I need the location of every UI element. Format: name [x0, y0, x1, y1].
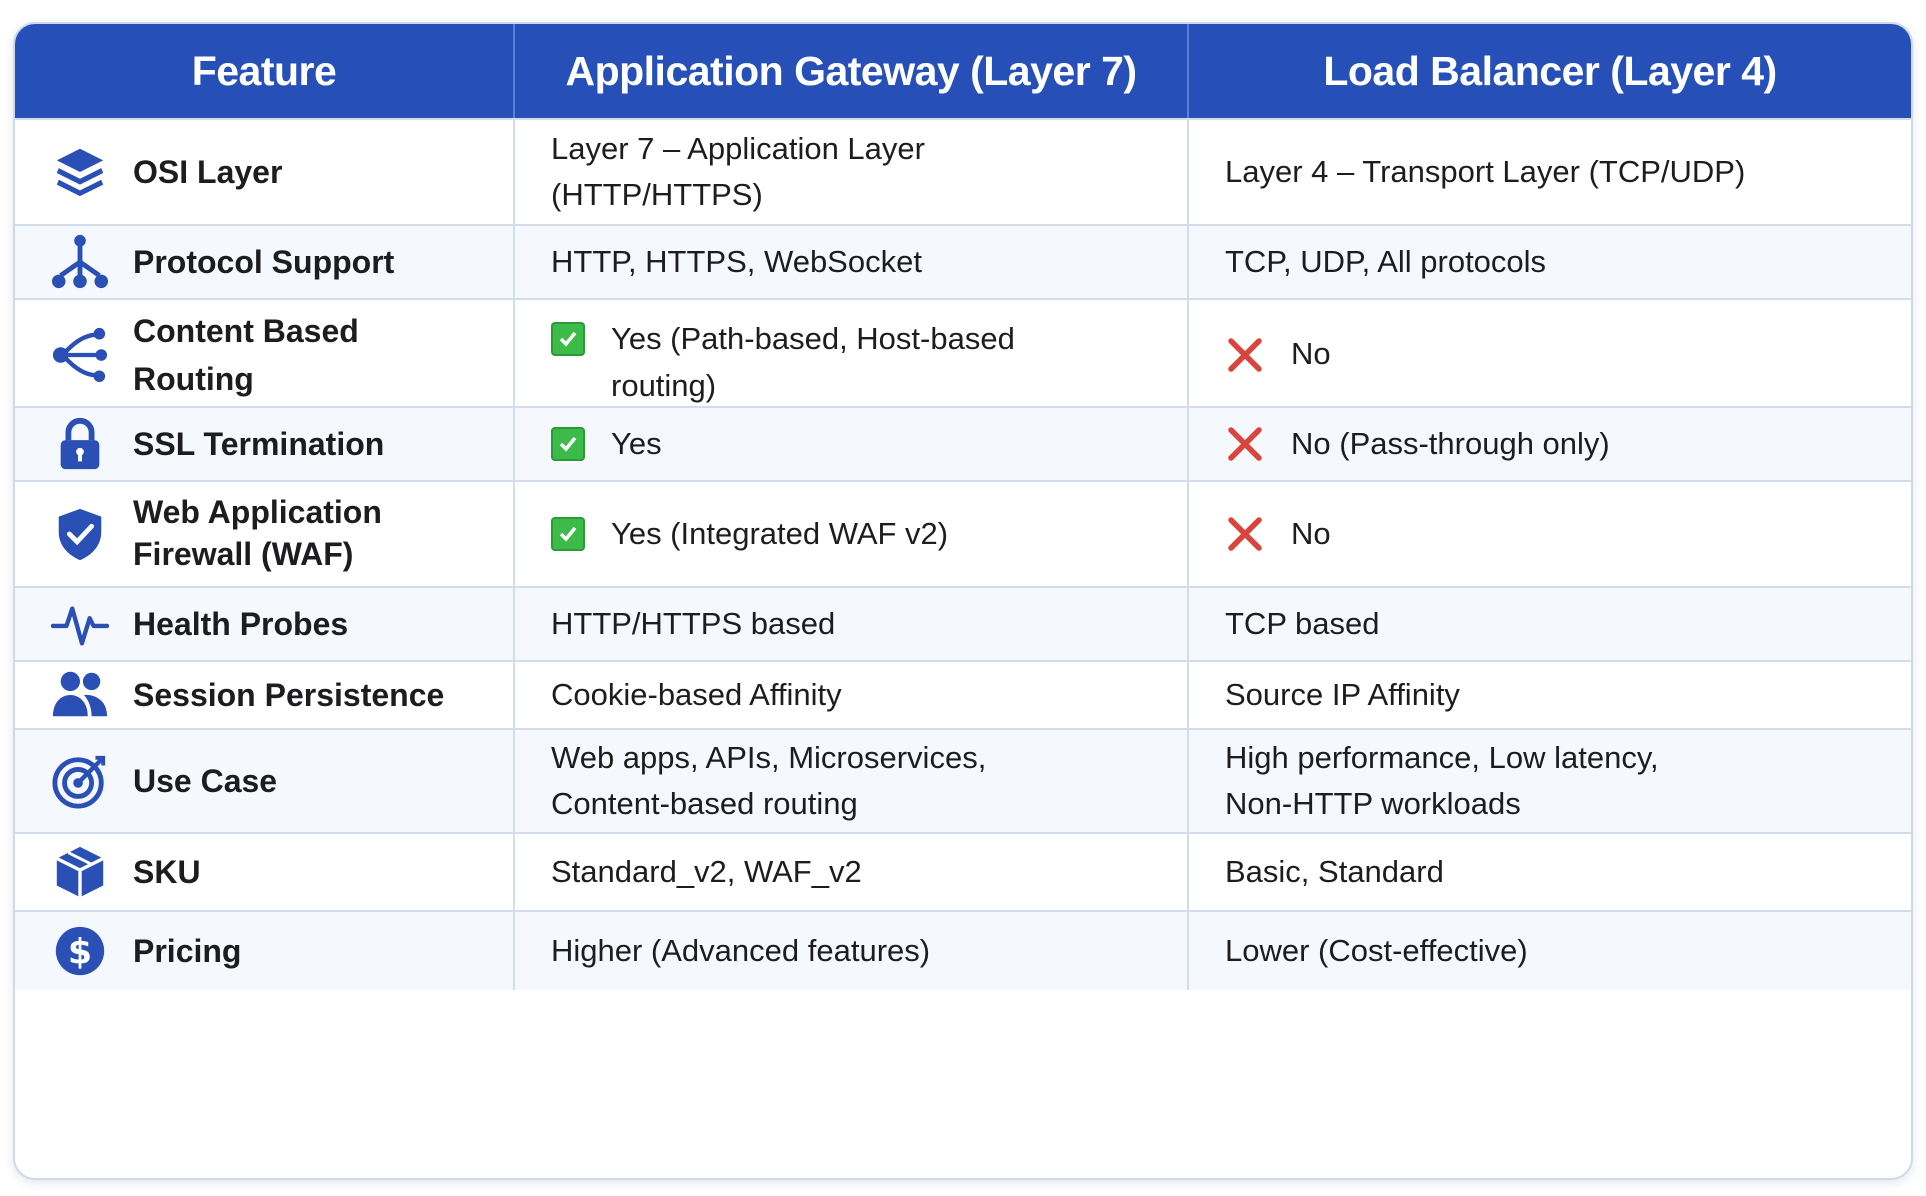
appgw-value: Yes (Path-based, Host-based routing) — [515, 300, 1189, 409]
lb-value: High performance, Low latency, Non-HTTP … — [1225, 739, 1659, 822]
target-icon — [49, 750, 111, 812]
lb-value: Lower (Cost-effective) — [1225, 932, 1528, 968]
lb-value: Basic, Standard — [1225, 853, 1444, 889]
feature-label: OSI Layer — [133, 154, 283, 190]
table-row: Session Persistence Cookie-based Affinit… — [15, 660, 1911, 728]
table-row: Use Case Web apps, APIs, Microservices, … — [15, 728, 1911, 832]
table-header: Feature Application Gateway (Layer 7) Lo… — [15, 24, 1911, 118]
feature-label: Pricing — [133, 933, 242, 969]
check-icon — [551, 517, 585, 551]
header-load-balancer: Load Balancer (Layer 4) — [1323, 47, 1777, 94]
appgw-value: Web apps, APIs, Microservices, Content-b… — [515, 730, 1189, 832]
feature-cell: OSI Layer — [15, 120, 515, 224]
table-row: $ Pricing Higher (Advanced features) Low… — [15, 910, 1911, 990]
feature-label: Content Based Routing — [133, 312, 359, 397]
feature-label: SKU — [133, 854, 201, 890]
header-feature: Feature — [15, 24, 515, 118]
lb-value: TCP, UDP, All protocols — [1225, 243, 1547, 279]
table-row: Protocol Support HTTP, HTTPS, WebSocket … — [15, 224, 1911, 298]
table-row: Web Application Firewall (WAF) Yes (Inte… — [15, 480, 1911, 586]
table-row: OSI Layer Layer 7 – Application Layer (H… — [15, 118, 1911, 224]
feature-cell: SSL Termination — [15, 408, 515, 480]
feature-cell: $ Pricing — [15, 912, 515, 990]
appgw-value: Yes — [515, 408, 1189, 480]
feature-label: Protocol Support — [133, 244, 395, 280]
feature-label: Web Application Firewall (WAF) — [133, 494, 382, 572]
feature-cell: Use Case — [15, 730, 515, 832]
appgw-value: Cookie-based Affinity — [515, 662, 1189, 728]
appgw-value: Layer 7 – Application Layer (HTTP/HTTPS) — [515, 120, 1189, 224]
svg-text:$: $ — [68, 933, 92, 973]
feature-cell: Content Based Routing — [15, 300, 515, 409]
comparison-table: Feature Application Gateway (Layer 7) Lo… — [13, 22, 1913, 1180]
feature-label: Health Probes — [133, 606, 349, 642]
check-icon — [551, 322, 585, 356]
check-icon — [551, 427, 585, 461]
share-nodes-icon — [49, 324, 111, 386]
appgw-value: Higher (Advanced features) — [515, 912, 1189, 990]
table-row: Content Based Routing Yes (Path-based, H… — [15, 298, 1911, 409]
lb-value: No (Pass-through only) — [1189, 408, 1911, 480]
lb-value: No — [1189, 482, 1911, 586]
layers-icon — [49, 141, 111, 203]
cube-icon — [49, 841, 111, 903]
dollar-coin-icon: $ — [49, 920, 111, 982]
table-row: SKU Standard_v2, WAF_v2 Basic, Standard — [15, 832, 1911, 910]
feature-label: Session Persistence — [133, 677, 445, 713]
feature-cell: Session Persistence — [15, 662, 515, 728]
feature-cell: SKU — [15, 834, 515, 910]
cross-icon — [1225, 424, 1265, 464]
lock-icon — [49, 413, 111, 475]
cross-icon — [1225, 514, 1265, 554]
feature-cell: Protocol Support — [15, 226, 515, 298]
shield-check-icon — [49, 503, 111, 565]
feature-cell: Web Application Firewall (WAF) — [15, 482, 515, 586]
table-row: Health Probes HTTP/HTTPS based TCP based — [15, 586, 1911, 660]
network-tree-icon — [49, 231, 111, 293]
appgw-value: HTTP/HTTPS based — [515, 588, 1189, 660]
feature-label: Use Case — [133, 763, 278, 799]
feature-label: SSL Termination — [133, 426, 385, 462]
cross-icon — [1225, 335, 1265, 375]
users-icon — [49, 664, 111, 726]
heartbeat-icon — [49, 593, 111, 655]
header-application-gateway: Application Gateway (Layer 7) — [515, 24, 1189, 118]
table-row: SSL Termination Yes No (Pass-through onl… — [15, 406, 1911, 480]
appgw-value: Yes (Integrated WAF v2) — [515, 482, 1189, 586]
lb-value: Source IP Affinity — [1225, 676, 1460, 712]
lb-value: No — [1189, 300, 1911, 409]
feature-cell: Health Probes — [15, 588, 515, 660]
lb-value: Layer 4 – Transport Layer (TCP/UDP) — [1225, 153, 1746, 189]
appgw-value: Standard_v2, WAF_v2 — [515, 834, 1189, 910]
appgw-value: HTTP, HTTPS, WebSocket — [515, 226, 1189, 298]
lb-value: TCP based — [1225, 605, 1380, 641]
